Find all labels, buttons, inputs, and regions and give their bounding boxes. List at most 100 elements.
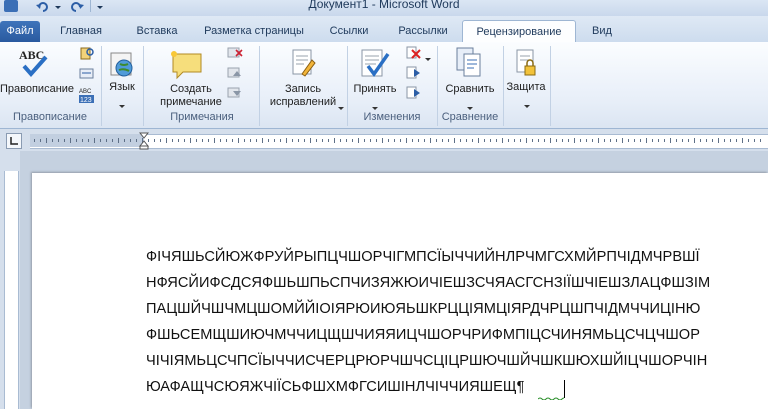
ribbon: ABC Правописание ABC 123 Правописание Язы… [0, 42, 768, 129]
sticky-note-icon[interactable] [170, 50, 204, 80]
document-pen-icon[interactable] [288, 48, 318, 80]
ribbon-tabs: Файл Главная Вставка Разметка страницы С… [0, 16, 768, 43]
ruler-tick [742, 138, 743, 143]
tab-insert[interactable]: Вставка [126, 20, 188, 42]
ruler-tick [34, 139, 35, 142]
previous-change-icon[interactable] [404, 66, 422, 80]
ruler-tick [346, 139, 347, 142]
document-line[interactable]: ФІЧЯШЬСЙЮЖФРУЙРЫПЦЧШОРЧІГМПСЇЫЧЧИЙНЛРЧМГ… [146, 249, 700, 265]
thesaurus-icon[interactable] [79, 66, 95, 80]
ruler-tick [682, 139, 683, 142]
ruler-tick [214, 138, 215, 143]
document-line[interactable]: ЧІЧІЯМЬЦСЧПСЇЫЧЧИСЧЕРЦРЮРЧШЧСЦІЦРШЮЧШЙЧШ… [146, 353, 707, 369]
spelling-button[interactable]: Правописание [0, 83, 74, 96]
ruler-tick [496, 139, 497, 142]
reject-icon[interactable] [404, 46, 422, 60]
chevron-down-icon [466, 99, 474, 110]
pilcrow-mark: ¶ [516, 379, 525, 395]
ruler-tick [394, 139, 395, 142]
language-button[interactable]: Язык [104, 81, 140, 94]
ruler-tick [136, 139, 137, 142]
ruler-tick [658, 139, 659, 142]
document-line[interactable]: ФШЬСЕМЩШИЮЧМЧЧИЦЩШЧИЯЯИЦЧШОРЧРИФМПІЦСЧИН… [146, 327, 700, 343]
ruler-tick [436, 139, 437, 142]
ruler-tick [466, 139, 467, 142]
protect-button[interactable]: Защита [504, 81, 548, 94]
tab-home[interactable]: Главная [50, 20, 112, 42]
ruler-tick [280, 139, 281, 142]
ruler-tick [100, 139, 101, 142]
ruler-tick [568, 139, 569, 142]
tab-view[interactable]: Вид [584, 20, 620, 42]
ruler-tick [550, 138, 551, 143]
ruler-tick [598, 138, 599, 143]
compare-button[interactable]: Сравнить [440, 83, 500, 96]
ruler-tick [82, 139, 83, 142]
ruler-tick [532, 139, 533, 142]
ruler-tick [310, 138, 311, 143]
ruler-tick [250, 139, 251, 142]
globe-icon[interactable] [108, 50, 136, 78]
research-icon[interactable] [79, 46, 95, 60]
ruler-tick [748, 139, 749, 142]
ruler-tick [220, 139, 221, 142]
svg-text:ABC: ABC [19, 48, 44, 62]
ruler-tick [418, 139, 419, 142]
ruler-tick [526, 138, 527, 143]
tab-mailings[interactable]: Рассылки [388, 20, 458, 42]
word-count-icon[interactable]: ABC 123 [79, 86, 95, 104]
ruler-tick [628, 139, 629, 142]
ruler-tick [376, 139, 377, 142]
abc-spellcheck-icon[interactable]: ABC [16, 46, 50, 80]
ruler-tick [622, 138, 623, 143]
track-changes-button[interactable]: Запись исправлений [262, 83, 344, 109]
document-check-icon[interactable] [358, 46, 392, 80]
ruler-tick [718, 138, 719, 143]
ruler-tick [634, 139, 635, 142]
previous-comment-icon[interactable] [226, 66, 244, 80]
horizontal-ruler[interactable] [0, 129, 768, 151]
ruler-tick [676, 139, 677, 142]
document-line[interactable]: ПАЦШЙЧШЧМЦШОМЙЙІОІЯРЮИЮЯЬШКРЦЦІЯМЦІЯРДЧР… [146, 301, 700, 317]
next-comment-icon[interactable] [226, 86, 244, 100]
ruler-tick [430, 138, 431, 143]
new-comment-button[interactable]: Создать примечание [150, 83, 232, 109]
indent-marker-icon[interactable] [138, 132, 150, 150]
ruler-tick [262, 138, 263, 143]
ruler-tick [154, 139, 155, 142]
ruler-tick [118, 138, 119, 143]
compare-docs-icon[interactable] [454, 46, 484, 80]
ruler-tick [322, 139, 323, 142]
vertical-ruler[interactable] [0, 151, 20, 409]
ruler-tick [646, 138, 647, 143]
document-line[interactable]: НФЯСЙИФСДСЯФШЬШПЬСПЧИЗЯЖЮИЧІЕШЗСЧЯАСГСНЗ… [146, 275, 710, 291]
tab-file[interactable]: Файл [0, 21, 40, 42]
ruler-tick [382, 138, 383, 143]
ruler-tick [190, 138, 191, 143]
accept-button[interactable]: Принять [350, 83, 400, 96]
ruler-tick [256, 139, 257, 142]
ruler-tick [562, 139, 563, 142]
ruler-tick [502, 138, 503, 143]
ruler-tick [424, 139, 425, 142]
ruler-tick [370, 139, 371, 142]
ruler-tick [124, 139, 125, 142]
document-page[interactable]: ФІЧЯШЬСЙЮЖФРУЙРЫПЦЧШОРЧІГМПСЇЫЧЧИЙНЛРЧМГ… [32, 173, 768, 409]
tab-page-layout[interactable]: Разметка страницы [196, 20, 312, 42]
lock-document-icon[interactable] [512, 48, 540, 80]
ruler-tick [478, 138, 479, 143]
ruler-tick [592, 139, 593, 142]
window-title: Документ1 - Microsoft Word [308, 0, 460, 11]
delete-comment-icon[interactable] [226, 46, 244, 60]
next-change-icon[interactable] [404, 86, 422, 100]
ruler-tick [736, 139, 737, 142]
group-separator [259, 46, 260, 126]
ruler-tick [610, 139, 611, 142]
tab-selector-icon[interactable] [6, 133, 22, 149]
ruler-tick [244, 139, 245, 142]
ruler-tick [604, 139, 605, 142]
ruler-tick [316, 139, 317, 142]
tab-review[interactable]: Рецензирование [462, 20, 576, 43]
tab-references[interactable]: Ссылки [318, 20, 380, 42]
document-line-last[interactable]: ЮАФАЩЧСЮЯЖЧІЇСЬФШХМФГСИШІНЛЧІЧЧИЯШЕЩ¶ [146, 379, 525, 395]
